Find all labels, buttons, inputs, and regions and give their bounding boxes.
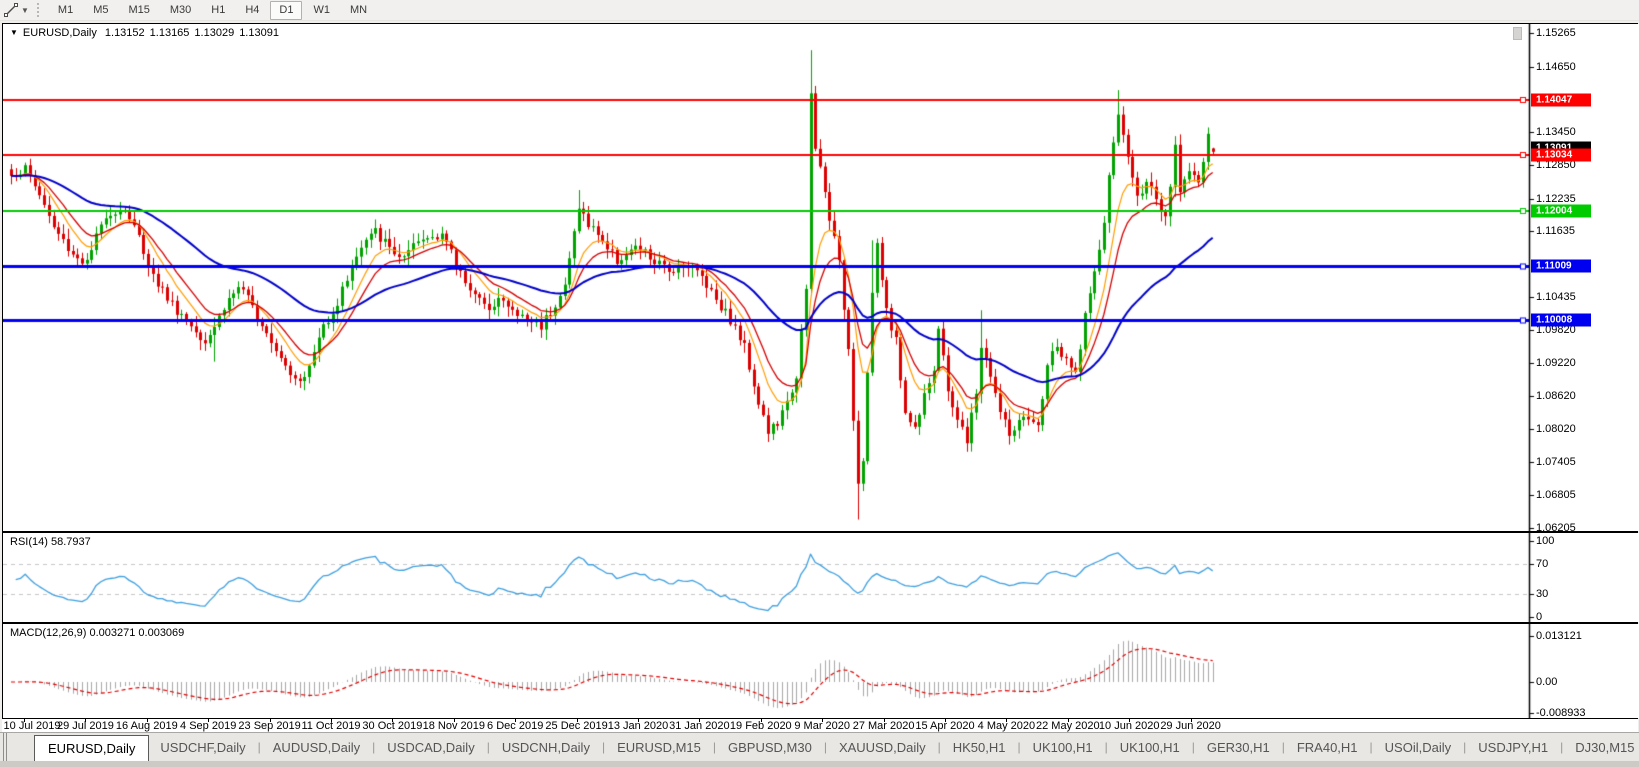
price-tick-label: 1.08620 xyxy=(1536,390,1576,403)
tab-dj30-m15[interactable]: DJ30,M15 xyxy=(1564,740,1639,755)
date-label: 11 Oct 2019 xyxy=(301,720,361,732)
tab-usdchf-daily[interactable]: USDCHF,Daily xyxy=(149,740,256,755)
price-tick-label: 1.11635 xyxy=(1536,225,1575,238)
date-label: 10 Jun 2020 xyxy=(1098,720,1160,732)
tab-gbpusd-m30[interactable]: GBPUSD,M30 xyxy=(717,740,823,755)
hline-price-label: 1.11009 xyxy=(1531,259,1591,273)
timeframe-m5-button[interactable]: M5 xyxy=(84,1,117,20)
tab-uk100-h1[interactable]: UK100,H1 xyxy=(1022,740,1104,755)
ohlc-open: 1.13152 xyxy=(104,27,145,39)
timeframe-mn-button[interactable]: MN xyxy=(341,1,376,20)
date-label: 16 Aug 2019 xyxy=(115,720,178,732)
rsi-level-label: 70 xyxy=(1536,557,1549,570)
hline-price-label: 1.12004 xyxy=(1531,204,1591,218)
timeframe-m30-button[interactable]: M30 xyxy=(161,1,200,20)
date-label: 4 Sep 2019 xyxy=(180,720,237,732)
tab-usdcnh-daily[interactable]: USDCNH,Daily xyxy=(491,740,601,755)
price-tick-label: 1.13450 xyxy=(1536,126,1576,139)
tool-dropdown-caret-icon[interactable]: ▼ xyxy=(21,6,29,15)
date-label: 31 Jan 2020 xyxy=(669,720,730,732)
date-label: 25 Dec 2019 xyxy=(545,720,608,732)
date-label: 10 Jul 2019 xyxy=(3,720,61,732)
price-tick-label: 1.10435 xyxy=(1536,290,1576,303)
ohlc-close: 1.13091 xyxy=(239,27,279,39)
date-label: 30 Oct 2019 xyxy=(362,720,423,732)
rsi-level-label: 30 xyxy=(1536,588,1549,601)
tab-fra40-h1[interactable]: FRA40,H1 xyxy=(1286,740,1369,755)
tab-usdcad-daily[interactable]: USDCAD,Daily xyxy=(376,740,485,755)
date-label: 9 Mar 2020 xyxy=(794,720,851,732)
date-label: 23 Sep 2019 xyxy=(238,720,301,732)
price-tick-label: 1.14650 xyxy=(1536,60,1576,73)
date-label: 29 Jul 2019 xyxy=(56,720,114,732)
macd-level-label: 0.00 xyxy=(1536,676,1558,688)
price-tick-label: 1.06805 xyxy=(1536,489,1576,502)
tab-audusd-daily[interactable]: AUDUSD,Daily xyxy=(262,740,371,755)
price-tick-label: 1.09220 xyxy=(1536,357,1576,370)
tab-ger30-h1[interactable]: GER30,H1 xyxy=(1196,740,1281,755)
macd-level-label: 0.013121 xyxy=(1536,629,1582,642)
chart-tabs-bar: EURUSD,Daily USDCHF,Daily | AUDUSD,Daily | US… xyxy=(0,732,1639,761)
tab-usoil-daily[interactable]: USOil,Daily xyxy=(1374,740,1462,755)
tab-hk50-h1[interactable]: HK50,H1 xyxy=(942,740,1017,755)
hline-price-label: 1.14047 xyxy=(1531,93,1591,107)
price-tick-label: 1.08020 xyxy=(1536,422,1576,435)
hline-price-label: 1.13034 xyxy=(1531,148,1591,162)
chart-tabs: EURUSD,Daily USDCHF,Daily | AUDUSD,Daily | US… xyxy=(34,733,1639,761)
hline-price-label: 1.10008 xyxy=(1531,313,1591,327)
date-label: 19 Feb 2020 xyxy=(729,720,792,732)
chart-title-caret-icon: ▼ xyxy=(10,28,18,37)
chart-symbol: EURUSD,Daily xyxy=(22,27,97,39)
timeframe-buttons: M1 M5 M15 M30 H1 H4 D1 W1 MN xyxy=(48,0,377,20)
timeframe-m1-button[interactable]: M1 xyxy=(49,1,82,20)
date-label: 27 Mar 2020 xyxy=(852,720,915,732)
price-tick-label: 1.12235 xyxy=(1536,192,1576,205)
rsi-level-label: 0 xyxy=(1536,611,1543,623)
date-label: 22 May 2020 xyxy=(1035,720,1100,732)
date-label: 29 Jun 2020 xyxy=(1160,720,1221,732)
tab-uk100-h1[interactable]: UK100,H1 xyxy=(1109,740,1191,755)
date-label: 6 Dec 2019 xyxy=(487,720,544,732)
tab-eurusd-m15[interactable]: EURUSD,M15 xyxy=(606,740,712,755)
ohlc-low: 1.13029 xyxy=(194,27,235,39)
price-tick-label: 1.07405 xyxy=(1536,456,1576,469)
date-label: 15 Apr 2020 xyxy=(915,720,975,732)
date-axis: 10 Jul 2019 29 Jul 2019 16 Aug 2019 4 Sep 2… xyxy=(2,719,1638,732)
toolbar: ▼ M1 M5 M15 M30 H1 H4 D1 W1 MN xyxy=(0,0,1639,21)
timeframe-d1-button[interactable]: D1 xyxy=(270,0,303,20)
date-label: 13 Jan 2020 xyxy=(607,720,669,732)
chart-scrollbar-thumb[interactable] xyxy=(1513,27,1522,40)
line-studies-icon[interactable] xyxy=(2,2,20,18)
timeframe-m15-button[interactable]: M15 xyxy=(119,1,158,20)
toolbar-grip xyxy=(36,3,40,17)
macd-canvas[interactable] xyxy=(3,624,1639,718)
status-strip xyxy=(0,761,1639,767)
rsi-label: RSI(14) 58.7937 xyxy=(10,536,91,548)
timeframe-h1-button[interactable]: H1 xyxy=(202,1,234,20)
price-chart-canvas[interactable] xyxy=(3,24,1639,531)
macd-panel: MACD(12,26,9) 0.003271 0.003069 0.013121… xyxy=(2,623,1639,720)
tab-usdjpy-h1[interactable]: USDJPY,H1 xyxy=(1467,740,1559,755)
macd-level-label: -0.008933 xyxy=(1536,707,1586,720)
tab-eurusd-daily[interactable]: EURUSD,Daily xyxy=(34,735,150,761)
price-tick-label: 1.15265 xyxy=(1536,27,1576,39)
rsi-panel: RSI(14) 58.7937 100 70 30 0 xyxy=(2,532,1639,623)
macd-label: MACD(12,26,9) 0.003271 0.003069 xyxy=(10,627,185,639)
chart-title: ▼ EURUSD,Daily 1.13152 1.13165 1.13029 1.1309… xyxy=(10,27,279,39)
ohlc-high: 1.13165 xyxy=(149,27,190,39)
rsi-level-label: 100 xyxy=(1536,535,1555,547)
main-chart-panel: ▼ EURUSD,Daily 1.13152 1.13165 1.13029 1.1309… xyxy=(2,23,1639,534)
timeframe-w1-button[interactable]: W1 xyxy=(304,1,339,20)
window-edge xyxy=(3,733,7,761)
date-label: 18 Nov 2019 xyxy=(422,720,485,732)
timeframe-h4-button[interactable]: H4 xyxy=(236,1,268,20)
date-label: 4 May 2020 xyxy=(977,720,1036,732)
tab-xauusd-daily[interactable]: XAUUSD,Daily xyxy=(828,740,937,755)
rsi-canvas[interactable] xyxy=(3,533,1639,622)
